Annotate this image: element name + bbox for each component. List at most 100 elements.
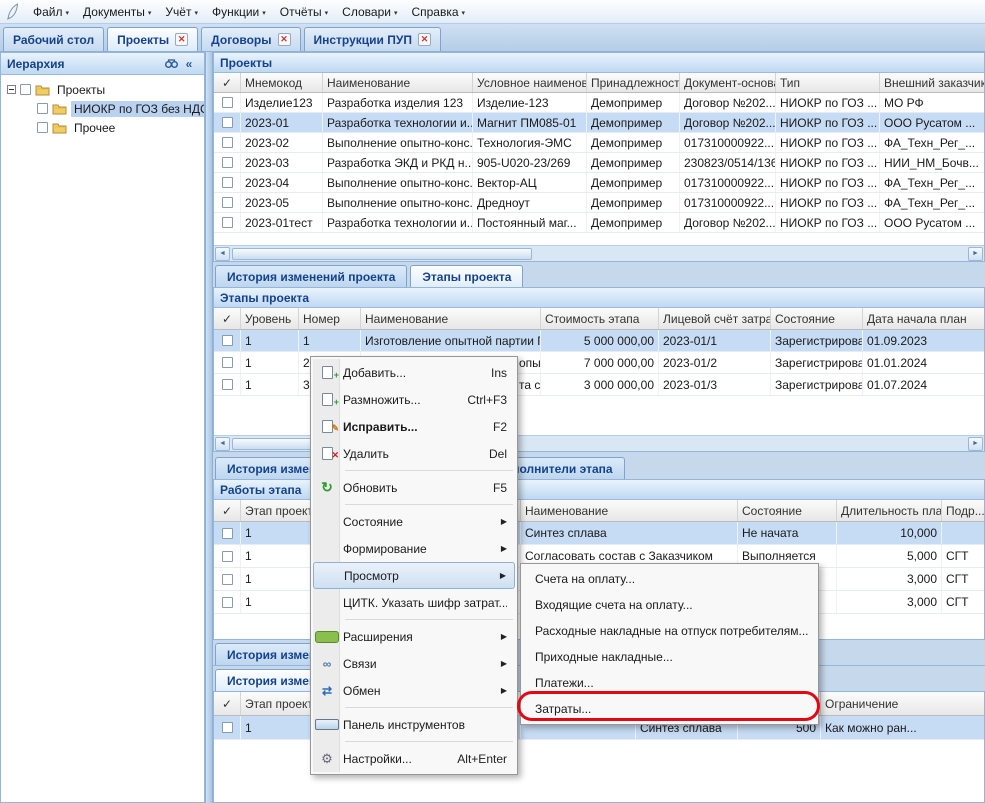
row-checkbox[interactable] <box>222 551 233 562</box>
context-menu-item[interactable]: ✎Исправить...F2 <box>313 413 515 440</box>
panel-tab[interactable]: Этапы проекта <box>410 265 523 287</box>
submenu-item[interactable]: Затраты... <box>521 696 818 722</box>
column-header[interactable]: Уровень <box>241 308 299 329</box>
column-header[interactable]: Тип <box>776 73 880 92</box>
menubar-item[interactable]: Учёт▾ <box>158 2 205 22</box>
context-menu-item[interactable]: Состояние▶ <box>313 508 515 535</box>
column-header[interactable]: Внешний заказчик <box>880 73 984 92</box>
column-header[interactable]: Длительность план▼ <box>837 500 942 521</box>
row-checkbox[interactable] <box>222 157 233 168</box>
row-checkbox[interactable] <box>222 137 233 148</box>
checkbox-cell <box>214 213 241 232</box>
row-checkbox[interactable] <box>222 117 233 128</box>
document-tab[interactable]: Договоры✕ <box>201 27 300 51</box>
document-tab[interactable]: Инструкции ПУП✕ <box>304 27 441 51</box>
scroll-right-icon[interactable]: ► <box>968 437 983 451</box>
document-tab[interactable]: Рабочий стол <box>3 27 104 51</box>
submenu-item[interactable]: Входящие счета на оплату... <box>521 592 818 618</box>
context-menu-item[interactable]: ∞Связи▶ <box>313 650 515 677</box>
menubar-item[interactable]: Словари▾ <box>335 2 404 22</box>
row-checkbox[interactable] <box>222 528 233 539</box>
search-tree-icon[interactable] <box>162 56 180 72</box>
context-menu-item[interactable]: +Добавить...Ins <box>313 359 515 386</box>
column-header[interactable]: Наименование <box>521 500 738 521</box>
cell: Дредноут <box>473 193 587 212</box>
column-header[interactable]: Стоимость этапа <box>541 308 659 329</box>
column-header[interactable]: Условное наименова <box>473 73 587 92</box>
column-header[interactable]: Состояние <box>771 308 863 329</box>
table-row[interactable]: 2023-05Выполнение опытно-конс...Дредноут… <box>214 193 984 213</box>
table-row[interactable]: 2023-02Выполнение опытно-конс...Технолог… <box>214 133 984 153</box>
collapse-panel-icon[interactable]: « <box>180 56 198 72</box>
tree-checkbox[interactable] <box>37 122 48 133</box>
tree-item[interactable]: НИОКР по ГОЗ без НДС <box>3 99 202 118</box>
tab-close-icon[interactable]: ✕ <box>278 33 291 46</box>
submenu-item[interactable]: Платежи... <box>521 670 818 696</box>
row-checkbox[interactable] <box>222 197 233 208</box>
column-header[interactable]: Состояние <box>738 500 837 521</box>
row-checkbox[interactable] <box>222 379 233 390</box>
submenu-item[interactable]: Расходные накладные на отпуск потребител… <box>521 618 818 644</box>
row-checkbox[interactable] <box>222 217 233 228</box>
row-checkbox[interactable] <box>222 722 233 733</box>
menubar-item[interactable]: Документы▾ <box>76 2 158 22</box>
context-menu-item[interactable]: Панель инструментов <box>313 711 515 738</box>
menubar-item[interactable]: Отчёты▾ <box>273 2 335 22</box>
projects-hscrollbar[interactable]: ◄ ► <box>214 245 984 261</box>
scroll-left-icon[interactable]: ◄ <box>215 437 230 451</box>
column-header[interactable]: Наименование <box>361 308 541 329</box>
row-checkbox[interactable] <box>222 335 233 346</box>
column-header[interactable]: Номер <box>299 308 361 329</box>
context-menu-item[interactable]: ↻ОбновитьF5 <box>313 474 515 501</box>
menubar-item[interactable]: Справка▾ <box>404 2 472 22</box>
submenu-arrow-icon: ▶ <box>501 544 507 553</box>
context-menu-item[interactable]: ⇄Обмен▶ <box>313 677 515 704</box>
tree-item[interactable]: Прочее <box>3 118 202 137</box>
row-checkbox[interactable] <box>222 357 233 368</box>
context-menu-item[interactable]: ✕УдалитьDel <box>313 440 515 467</box>
column-header-label: Условное наименова <box>477 76 587 90</box>
submenu-item[interactable]: Приходные накладные... <box>521 644 818 670</box>
table-row[interactable]: 2023-01тестРазработка технологии и...Пос… <box>214 213 984 233</box>
context-menu-item[interactable]: Просмотр▶ <box>313 562 515 589</box>
column-header[interactable]: Лицевой счёт затрат. <box>659 308 771 329</box>
tree-checkbox[interactable] <box>37 103 48 114</box>
table-row[interactable]: 2023-01Разработка технологии и...Магнит … <box>214 113 984 133</box>
panel-splitter[interactable] <box>205 52 213 803</box>
context-menu-item[interactable]: ⚙Настройки...Alt+Enter <box>313 745 515 772</box>
submenu-item[interactable]: Счета на оплату... <box>521 566 818 592</box>
scroll-right-icon[interactable]: ► <box>968 247 983 261</box>
column-header[interactable]: Дата начала план <box>863 308 984 329</box>
menubar-item[interactable]: Функции▾ <box>205 2 273 22</box>
context-menu-item[interactable]: ЦИТК. Указать шифр затрат... <box>313 589 515 616</box>
table-row[interactable]: 11Изготовление опытной партии ПМ0...5 00… <box>214 330 984 352</box>
panel-tab[interactable]: История изменений проекта <box>215 265 407 287</box>
shortcut-label: Ins <box>491 366 507 380</box>
table-row[interactable]: 2023-04Выполнение опытно-конс...Вектор-А… <box>214 173 984 193</box>
tab-close-icon[interactable]: ✕ <box>175 33 188 46</box>
tab-close-icon[interactable]: ✕ <box>418 33 431 46</box>
column-header[interactable]: Наименование <box>323 73 473 92</box>
table-row[interactable]: Изделие123Разработка изделия 123Изделие-… <box>214 93 984 113</box>
scroll-thumb[interactable] <box>232 248 532 260</box>
tree-item[interactable]: Проекты <box>3 80 202 99</box>
cell: 1 <box>299 330 361 351</box>
row-checkbox[interactable] <box>222 97 233 108</box>
column-header[interactable]: Ограничение <box>821 692 984 715</box>
table-row[interactable]: 2023-03Разработка ЭКД и РКД н...905-U020… <box>214 153 984 173</box>
tree-collapse-icon[interactable] <box>7 85 16 94</box>
column-header[interactable]: Принадлежность <box>587 73 680 92</box>
row-checkbox[interactable] <box>222 574 233 585</box>
document-tab[interactable]: Проекты✕ <box>107 27 198 51</box>
context-menu-item[interactable]: +Размножить...Ctrl+F3 <box>313 386 515 413</box>
scroll-left-icon[interactable]: ◄ <box>215 247 230 261</box>
column-header[interactable]: Подр... <box>942 500 984 521</box>
column-header[interactable]: Документ-основан <box>680 73 776 92</box>
tree-checkbox[interactable] <box>20 84 31 95</box>
row-checkbox[interactable] <box>222 177 233 188</box>
context-menu-item[interactable]: Расширения▶ <box>313 623 515 650</box>
context-menu-item[interactable]: Формирование▶ <box>313 535 515 562</box>
menubar-item[interactable]: Файл▾ <box>26 2 76 22</box>
column-header[interactable]: Мнемокод <box>241 73 323 92</box>
row-checkbox[interactable] <box>222 597 233 608</box>
